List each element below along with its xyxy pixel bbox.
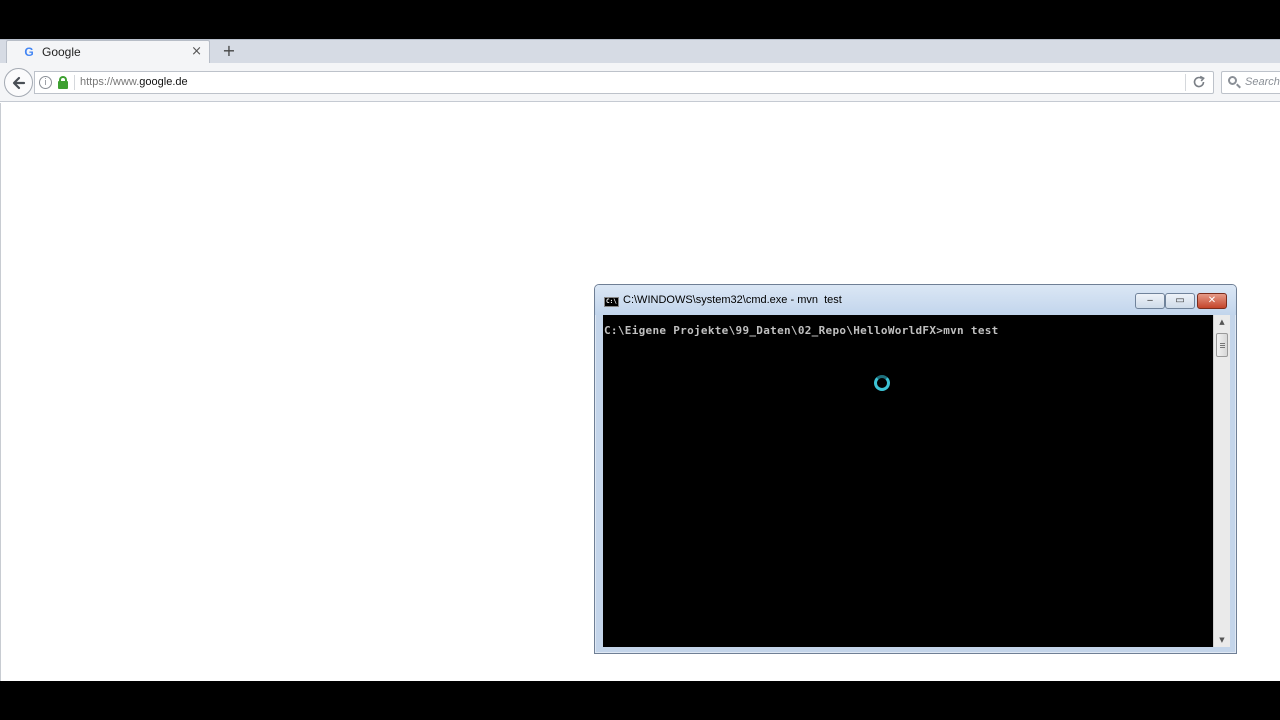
search-box[interactable]: Search — [1221, 71, 1280, 94]
back-button[interactable] — [4, 68, 33, 97]
console-title: C:\WINDOWS\system32\cmd.exe - mvn test — [623, 294, 842, 306]
google-favicon-icon: G — [24, 45, 34, 59]
url-host: google.de — [139, 76, 188, 88]
minimize-button[interactable]: ‒ — [1135, 293, 1165, 309]
divider — [1185, 74, 1186, 91]
search-placeholder: Search — [1245, 76, 1280, 88]
reload-icon[interactable] — [1191, 74, 1207, 90]
scroll-down-arrow-icon[interactable]: ▼ — [1214, 633, 1230, 647]
busy-spinner-icon — [874, 375, 890, 391]
console-title-bar[interactable]: C:\ C:\WINDOWS\system32\cmd.exe - mvn te… — [595, 285, 1236, 315]
new-tab-button[interactable]: + — [219, 41, 239, 61]
close-button[interactable]: ✕ — [1197, 293, 1227, 309]
back-arrow-icon — [12, 76, 25, 90]
console-output-area[interactable]: C:\Eigene Projekte\99_Daten\02_Repo\Hell… — [603, 315, 1230, 647]
tab-strip: G Google × + — [0, 39, 1280, 64]
command-prompt-window[interactable]: C:\ C:\WINDOWS\system32\cmd.exe - mvn te… — [594, 284, 1237, 654]
maximize-button[interactable]: ▭ — [1165, 293, 1195, 309]
console-line: C:\Eigene Projekte\99_Daten\02_Repo\Hell… — [604, 324, 999, 337]
navigation-toolbar: i https://www.google.de Search — [0, 63, 1280, 102]
divider — [74, 75, 75, 90]
console-app-icon: C:\ — [604, 297, 619, 307]
info-icon[interactable]: i — [39, 76, 52, 89]
tab-google[interactable]: G Google × — [6, 40, 210, 64]
search-icon — [1227, 75, 1241, 89]
scrollbar-thumb[interactable] — [1216, 333, 1228, 357]
tab-close-icon[interactable]: × — [191, 44, 202, 59]
address-bar[interactable]: i https://www.google.de — [34, 71, 1214, 94]
console-scrollbar[interactable]: ▲ ▼ — [1213, 315, 1230, 647]
tab-title: Google — [42, 45, 81, 59]
scroll-up-arrow-icon[interactable]: ▲ — [1214, 315, 1230, 329]
screen: G Google × + i https://www.google.de Sea… — [0, 0, 1280, 720]
lock-icon[interactable] — [58, 76, 68, 89]
url-prefix: https://www. — [80, 76, 140, 88]
url-text[interactable]: https://www.google.de — [80, 76, 188, 88]
